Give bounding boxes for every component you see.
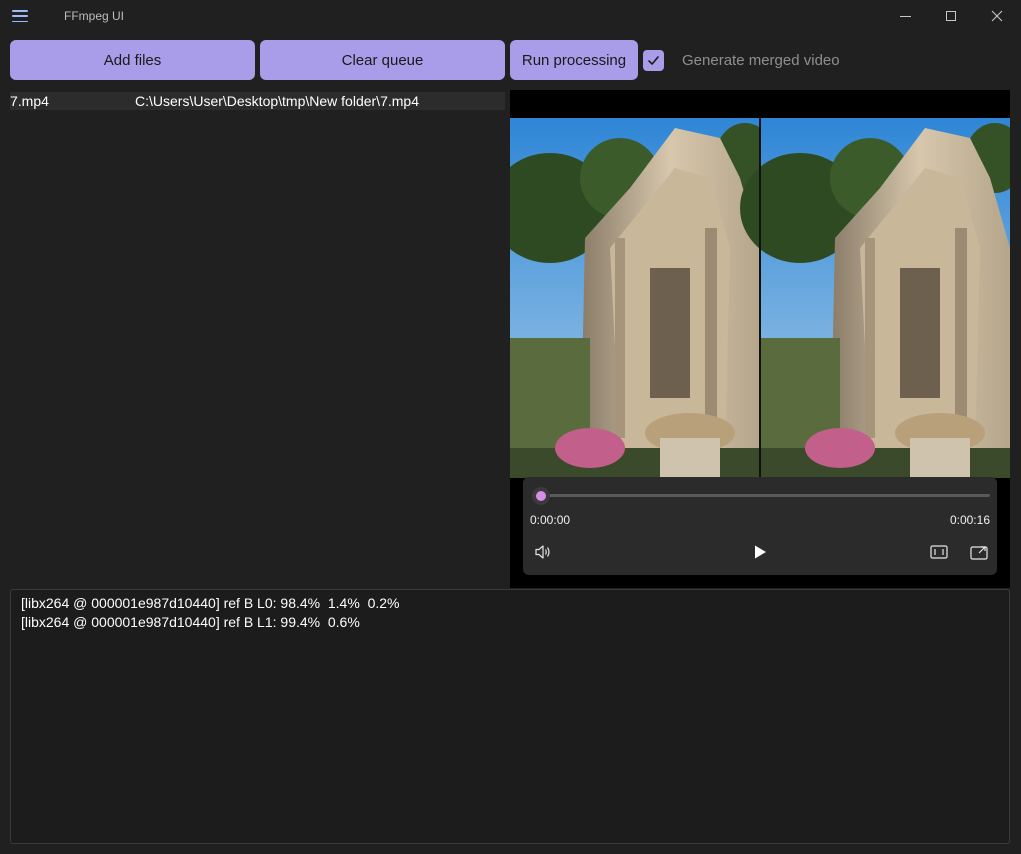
video-preview[interactable]: 0:00:00 0:00:16: [510, 90, 1010, 588]
log-line: [libx264 @ 000001e987d10440] ref B L0: 9…: [21, 595, 400, 611]
media-controls: 0:00:00 0:00:16: [523, 477, 997, 575]
title-bar: FFmpeg UI: [0, 0, 1021, 32]
queue-item-path: C:\Users\User\Desktop\tmp\New folder\7.m…: [135, 93, 419, 109]
current-time: 0:00:00: [530, 513, 571, 527]
file-queue-list: 7.mp4 C:\Users\User\Desktop\tmp\New fold…: [10, 92, 505, 588]
merged-video-checkbox[interactable]: [643, 50, 664, 71]
queue-item[interactable]: 7.mp4 C:\Users\User\Desktop\tmp\New fold…: [10, 92, 505, 110]
minimize-button[interactable]: [882, 0, 928, 32]
queue-item-name: 7.mp4: [10, 93, 49, 109]
seek-thumb[interactable]: [532, 487, 550, 505]
log-output[interactable]: [libx264 @ 000001e987d10440] ref B L0: 9…: [10, 589, 1010, 844]
clear-queue-button[interactable]: Clear queue: [260, 40, 505, 80]
maximize-icon: [946, 11, 956, 21]
app-title: FFmpeg UI: [64, 9, 125, 23]
volume-icon[interactable]: [533, 542, 553, 562]
add-files-button[interactable]: Add files: [10, 40, 255, 80]
close-button[interactable]: [974, 0, 1020, 32]
merged-video-label: Generate merged video: [682, 52, 840, 69]
seek-bar[interactable]: [532, 494, 990, 497]
mini-player-icon[interactable]: [969, 542, 989, 562]
minimize-icon: [899, 15, 911, 17]
maximize-button[interactable]: [928, 0, 974, 32]
close-icon: [991, 10, 1003, 22]
total-duration: 0:00:16: [949, 513, 990, 527]
checkmark-icon: [648, 56, 659, 65]
run-processing-button[interactable]: Run processing: [510, 40, 638, 80]
aspect-ratio-icon[interactable]: [929, 542, 949, 562]
hamburger-menu-icon[interactable]: [10, 8, 30, 24]
play-icon[interactable]: [750, 542, 770, 562]
log-line: [libx264 @ 000001e987d10440] ref B L1: 9…: [21, 614, 360, 630]
